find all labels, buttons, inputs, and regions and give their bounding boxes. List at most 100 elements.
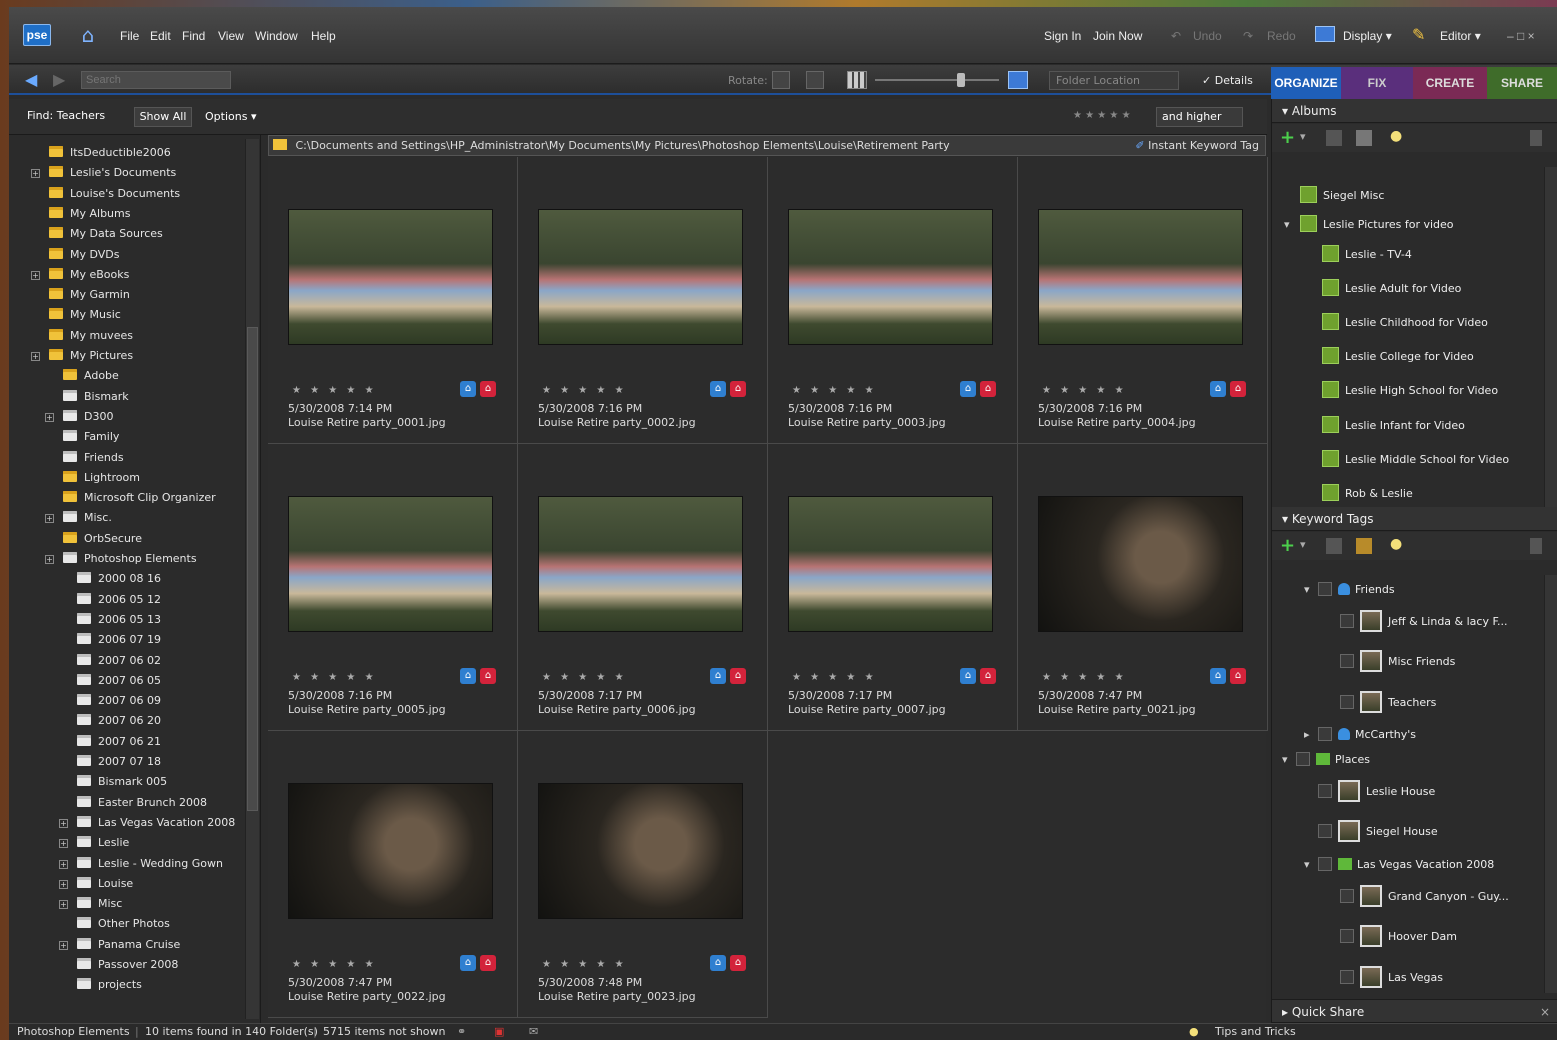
- tree-item[interactable]: 2007 06 20: [77, 711, 161, 731]
- keyword-checkbox[interactable]: [1340, 889, 1354, 903]
- photo-rating-stars[interactable]: ★ ★ ★ ★ ★: [292, 672, 377, 683]
- photo-thumbnail[interactable]: [538, 783, 743, 919]
- tree-item[interactable]: My Albums: [49, 204, 130, 224]
- tree-item[interactable]: ItsDeductible2006: [49, 143, 171, 163]
- tree-item[interactable]: D300: [63, 407, 113, 427]
- photo-cell[interactable]: ★ ★ ★ ★ ★ ⌂ ⌂ 5/30/2008 7:17 PM Louise Retir…: [768, 444, 1018, 731]
- mail-icon[interactable]: ✉: [529, 1024, 538, 1040]
- tree-item[interactable]: My Pictures: [49, 346, 133, 366]
- tree-item[interactable]: My muvees: [49, 326, 133, 346]
- expand-toggle[interactable]: +: [45, 514, 54, 524]
- keyword-item[interactable]: ▾ Friends: [1304, 578, 1395, 602]
- photo-cell[interactable]: ★ ★ ★ ★ ★ ⌂ ⌂ 5/30/2008 7:16 PM Louise Retir…: [268, 444, 518, 731]
- keyword-checkbox[interactable]: [1318, 727, 1332, 741]
- keyword-checkbox[interactable]: [1318, 824, 1332, 838]
- photo-thumbnail[interactable]: [1038, 496, 1243, 632]
- photo-rating-stars[interactable]: ★ ★ ★ ★ ★: [1042, 385, 1127, 396]
- photo-rating-stars[interactable]: ★ ★ ★ ★ ★: [292, 385, 377, 396]
- rating-stars[interactable]: ★ ★ ★ ★ ★: [1073, 110, 1131, 121]
- tree-item[interactable]: 2007 06 05: [77, 671, 161, 691]
- tree-item[interactable]: Bismark 005: [77, 772, 167, 792]
- expand-toggle[interactable]: +: [45, 412, 54, 422]
- folder-location-select[interactable]: Folder Location: [1049, 71, 1179, 90]
- photo-cell[interactable]: ★ ★ ★ ★ ★ ⌂ ⌂ 5/30/2008 7:48 PM Louise Retir…: [518, 731, 768, 1018]
- tree-item[interactable]: Louise's Documents: [49, 184, 180, 204]
- photo-thumbnail[interactable]: [288, 209, 493, 345]
- tree-item[interactable]: 2007 06 21: [77, 732, 161, 752]
- add-album-icon[interactable]: +: [1280, 127, 1295, 148]
- expand-arrow-icon[interactable]: ▾: [1282, 748, 1288, 772]
- expand-toggle[interactable]: +: [31, 352, 40, 361]
- keyword-tags-header[interactable]: ▾ Keyword Tags: [1272, 507, 1557, 531]
- album-item[interactable]: Leslie Adult for Video: [1322, 278, 1461, 300]
- expand-toggle[interactable]: +: [59, 839, 68, 849]
- tree-item[interactable]: 2007 06 09: [77, 691, 161, 711]
- album-item[interactable]: ▾ Leslie Pictures for video: [1284, 214, 1454, 236]
- tree-item[interactable]: Leslie - Wedding Gown: [77, 854, 223, 874]
- tree-item[interactable]: Other Photos: [77, 914, 170, 934]
- photo-thumbnail[interactable]: [288, 783, 493, 919]
- lightbulb-icon[interactable]: ●: [1390, 536, 1402, 552]
- details-checkbox[interactable]: ✓ Details: [1202, 74, 1253, 87]
- quick-share-header[interactable]: ▸ Quick Share ×: [1272, 999, 1557, 1023]
- photo-rating-stars[interactable]: ★ ★ ★ ★ ★: [542, 385, 627, 396]
- photo-thumbnail[interactable]: [288, 496, 493, 632]
- keyword-checkbox[interactable]: [1340, 614, 1354, 628]
- undo-button[interactable]: Undo: [1193, 29, 1222, 43]
- tree-item[interactable]: Misc.: [63, 508, 112, 528]
- album-item[interactable]: Leslie High School for Video: [1322, 380, 1498, 402]
- lightbulb-icon[interactable]: ●: [1390, 128, 1402, 144]
- menu-help[interactable]: Help: [311, 29, 336, 43]
- tree-item[interactable]: 2006 07 19: [77, 630, 161, 650]
- tree-item[interactable]: 2007 07 18: [77, 752, 161, 772]
- keyword-checkbox[interactable]: [1340, 654, 1354, 668]
- tree-item[interactable]: Lightroom: [63, 468, 140, 488]
- keyword-item[interactable]: Leslie House: [1318, 780, 1435, 804]
- album-item[interactable]: Leslie - TV-4: [1322, 244, 1412, 266]
- tree-scroll-thumb[interactable]: [247, 327, 258, 811]
- keywords-scrollbar[interactable]: [1544, 575, 1557, 993]
- keyword-item[interactable]: ▾ Las Vegas Vacation 2008: [1304, 853, 1494, 877]
- expand-arrow-icon[interactable]: ▾: [1304, 578, 1310, 602]
- tab-fix[interactable]: FIX: [1341, 67, 1413, 99]
- tree-item[interactable]: Photoshop Elements: [63, 549, 197, 569]
- keyword-checkbox[interactable]: [1340, 970, 1354, 984]
- expand-arrow-icon[interactable]: ▾: [1304, 853, 1310, 877]
- trash-icon[interactable]: [1530, 538, 1542, 554]
- tree-item[interactable]: My Data Sources: [49, 224, 163, 244]
- join-now-link[interactable]: Join Now: [1093, 29, 1142, 43]
- photo-cell[interactable]: ★ ★ ★ ★ ★ ⌂ ⌂ 5/30/2008 7:14 PM Louise Retir…: [268, 157, 518, 444]
- tree-item[interactable]: My Music: [49, 305, 121, 325]
- keyword-item[interactable]: Hoover Dam: [1340, 925, 1457, 949]
- keyword-item[interactable]: Grand Canyon - Guy...: [1340, 885, 1509, 909]
- redo-button[interactable]: Redo: [1267, 29, 1296, 43]
- photo-cell[interactable]: ★ ★ ★ ★ ★ ⌂ ⌂ 5/30/2008 7:47 PM Louise Retir…: [268, 731, 518, 1018]
- menu-window[interactable]: Window: [255, 29, 298, 43]
- keyword-item[interactable]: Misc Friends: [1340, 650, 1455, 674]
- keyword-checkbox[interactable]: [1340, 695, 1354, 709]
- keyword-item[interactable]: Las Vegas: [1340, 966, 1443, 990]
- rotate-right-icon[interactable]: [806, 71, 824, 89]
- photo-rating-stars[interactable]: ★ ★ ★ ★ ★: [542, 672, 627, 683]
- zoom-slider-handle[interactable]: [957, 73, 965, 87]
- tree-item[interactable]: Las Vegas Vacation 2008: [77, 813, 235, 833]
- rotate-left-icon[interactable]: [772, 71, 790, 89]
- menu-find[interactable]: Find: [182, 29, 205, 43]
- close-icon[interactable]: ×: [1540, 1000, 1550, 1024]
- edit-keyword-icon[interactable]: [1326, 538, 1342, 554]
- tree-item[interactable]: 2006 05 13: [77, 610, 161, 630]
- photo-rating-stars[interactable]: ★ ★ ★ ★ ★: [792, 385, 877, 396]
- album-item[interactable]: Leslie Childhood for Video: [1322, 312, 1488, 334]
- tree-item[interactable]: OrbSecure: [63, 529, 142, 549]
- keyword-item[interactable]: ▾ Places: [1282, 748, 1370, 772]
- instant-keyword-tag-button[interactable]: ✐ Instant Keyword Tag: [1135, 136, 1259, 155]
- tab-create[interactable]: CREATE: [1413, 67, 1487, 99]
- keyword-checkbox[interactable]: [1340, 929, 1354, 943]
- tree-item[interactable]: Adobe: [63, 366, 119, 386]
- tag-people-icon[interactable]: [1356, 538, 1372, 554]
- keyword-item[interactable]: Siegel House: [1318, 820, 1438, 844]
- album-item[interactable]: Siegel Misc: [1300, 185, 1384, 207]
- grid-view-icon[interactable]: [847, 71, 867, 89]
- search-input[interactable]: [81, 71, 231, 89]
- photo-thumbnail[interactable]: [538, 209, 743, 345]
